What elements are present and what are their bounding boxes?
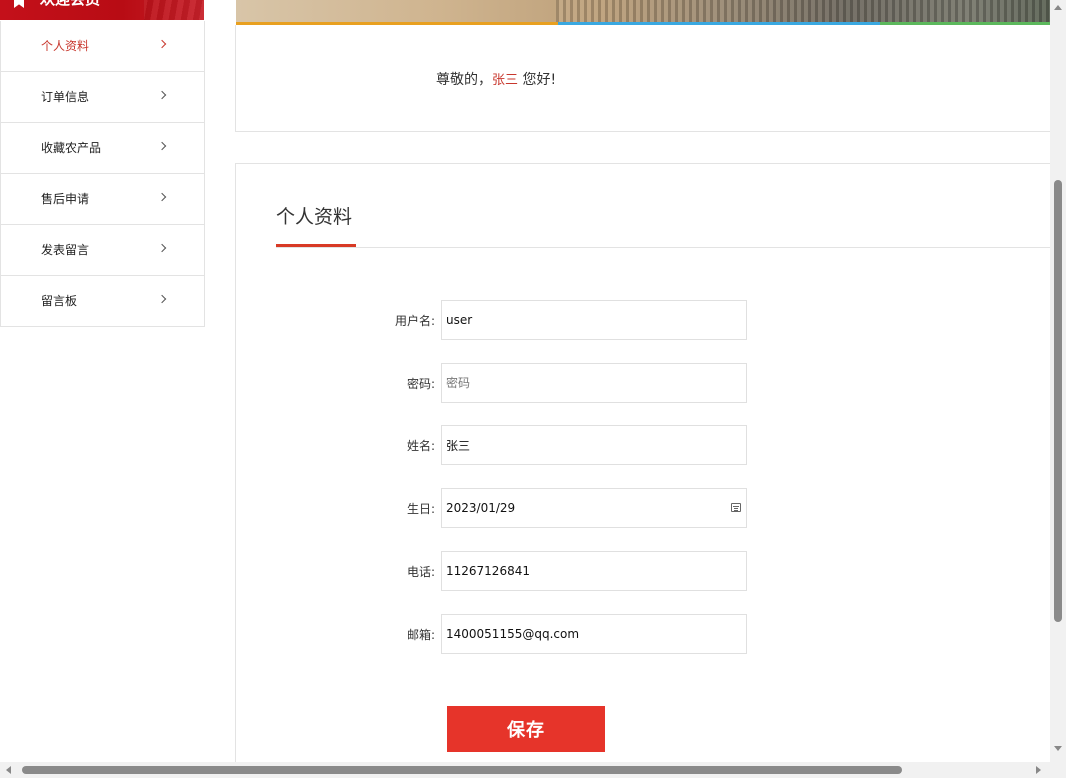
phone-field[interactable]	[441, 551, 747, 591]
horizontal-scroll-thumb[interactable]	[22, 766, 902, 774]
sidebar-item-label: 发表留言	[41, 243, 90, 257]
email-label: 邮箱:	[406, 628, 435, 642]
save-button[interactable]: 保存	[447, 706, 605, 752]
birthday-label: 生日:	[406, 502, 435, 516]
sidebar-item-label: 留言板	[41, 294, 78, 308]
sidebar-item-label: 售后申请	[41, 192, 90, 206]
user-name: 张三	[492, 73, 519, 88]
birthday-field[interactable]	[441, 488, 747, 528]
calendar-icon[interactable]	[731, 503, 741, 512]
sidebar-item-label: 收藏农产品	[41, 141, 102, 155]
username-field[interactable]	[441, 300, 747, 340]
sidebar-item-message-board[interactable]: 留言板	[1, 276, 204, 327]
scrollbar-corner	[1050, 762, 1066, 778]
name-row: 姓名:	[236, 425, 1050, 467]
scroll-left-icon[interactable]	[6, 766, 11, 774]
banner-image	[236, 0, 1050, 22]
chevron-right-icon	[157, 243, 167, 253]
password-label: 密码:	[406, 377, 435, 391]
chevron-right-icon	[157, 192, 167, 202]
page-viewport: 欢迎会员 个人资料 订单信息 收藏农产品 售后申请 发表留言	[0, 0, 1050, 762]
chevron-right-icon	[157, 141, 167, 151]
profile-panel: 个人资料 用户名: 密码: 姓名: 生日: 电话: 邮箱: 保存	[235, 163, 1050, 762]
phone-label: 电话:	[406, 565, 435, 579]
sidebar-menu: 个人资料 订单信息 收藏农产品 售后申请 发表留言 留言板	[0, 21, 205, 327]
email-row: 邮箱:	[236, 614, 1050, 656]
chevron-right-icon	[157, 90, 167, 100]
bookmark-icon	[14, 0, 24, 8]
vertical-scrollbar[interactable]	[1050, 0, 1066, 762]
sidebar-header-title: 欢迎会员	[40, 0, 100, 9]
vertical-scroll-thumb[interactable]	[1054, 180, 1062, 622]
password-field[interactable]	[441, 363, 747, 403]
page-title: 个人资料	[276, 206, 353, 228]
horizontal-scrollbar[interactable]	[0, 762, 1050, 778]
sidebar-item-orders[interactable]: 订单信息	[1, 72, 204, 123]
username-row: 用户名:	[236, 300, 1050, 342]
greeting-prefix: 尊敬的，	[436, 72, 492, 88]
name-label: 姓名:	[406, 439, 435, 453]
sidebar-item-profile[interactable]: 个人资料	[1, 21, 204, 72]
sidebar-header: 欢迎会员	[0, 0, 204, 20]
birthday-row: 生日:	[236, 488, 1050, 530]
scroll-up-icon[interactable]	[1054, 5, 1062, 10]
greeting-box: 尊敬的，张三 您好!	[235, 25, 1050, 132]
sidebar-item-post-message[interactable]: 发表留言	[1, 225, 204, 276]
title-divider	[276, 247, 1050, 248]
name-field[interactable]	[441, 425, 747, 465]
sidebar-item-after-sales[interactable]: 售后申请	[1, 174, 204, 225]
chevron-right-icon	[157, 294, 167, 304]
greeting-suffix: 您好!	[518, 72, 557, 88]
banner-texture	[556, 0, 1050, 22]
sidebar-item-favorites[interactable]: 收藏农产品	[1, 123, 204, 174]
username-label: 用户名:	[394, 314, 435, 328]
sidebar-item-label: 个人资料	[41, 39, 90, 53]
header-decoration	[144, 0, 204, 20]
email-field[interactable]	[441, 614, 747, 654]
password-row: 密码:	[236, 363, 1050, 405]
scroll-down-icon[interactable]	[1054, 746, 1062, 751]
greeting-text: 尊敬的，张三 您好!	[436, 69, 556, 89]
scroll-right-icon[interactable]	[1036, 766, 1041, 774]
sidebar-item-label: 订单信息	[41, 90, 90, 104]
title-underline	[276, 244, 356, 247]
chevron-right-icon	[157, 39, 167, 49]
phone-row: 电话:	[236, 551, 1050, 593]
